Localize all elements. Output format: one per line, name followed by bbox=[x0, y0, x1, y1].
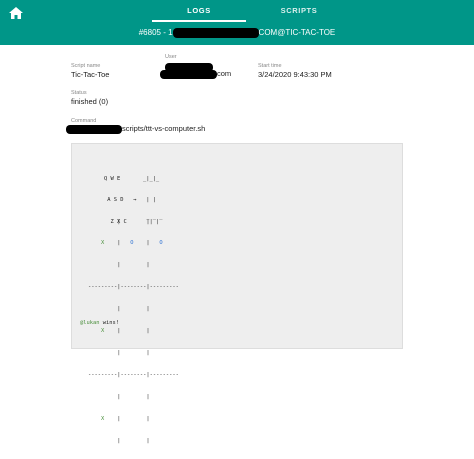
app-header: LOGS SCRIPTS #6805 - 1 COM@TIC-TAC-TOE bbox=[0, 0, 474, 45]
redacted-user-email bbox=[160, 69, 217, 79]
cell-2-1: X bbox=[100, 328, 105, 335]
terminal-output: Q W E _|_|_ A S D → | | Z X C ‾|‾|‾ | | … bbox=[71, 143, 403, 444]
status-value: finished (0) bbox=[71, 97, 109, 106]
command-value: scripts/ttt-vs-computer.sh bbox=[66, 124, 205, 134]
log-title: #6805 - 1 COM@TIC-TAC-TOE bbox=[0, 23, 474, 43]
redacted-user bbox=[172, 27, 259, 38]
board-row-2: X | | bbox=[100, 328, 150, 335]
winner-name: @lukan bbox=[80, 320, 100, 326]
cell-1-3: O bbox=[159, 240, 163, 247]
game-board: | | X | O | O | | ---------|--------|---… bbox=[88, 218, 179, 444]
script-name-value: Tic-Tac-Toe bbox=[71, 70, 110, 79]
user-email-suffix: com bbox=[217, 69, 232, 78]
active-tab-indicator bbox=[152, 20, 246, 22]
log-id: #6805 - 1 bbox=[138, 28, 173, 37]
script-name-label: Script name bbox=[71, 63, 101, 69]
board-row-3: X | | bbox=[100, 415, 150, 422]
winner-text: wins! bbox=[99, 320, 119, 326]
board-divider-2: ---------|--------|--------- bbox=[88, 371, 179, 378]
board-row-1: X | O | O bbox=[100, 240, 163, 247]
winner-line: @lukan wins! bbox=[80, 320, 119, 327]
home-icon[interactable] bbox=[8, 6, 24, 20]
board-divider-1: ---------|--------|--------- bbox=[88, 284, 179, 291]
start-time-value: 3/24/2020 9:43:30 PM bbox=[258, 70, 332, 79]
redacted-command-path bbox=[66, 124, 122, 134]
legend-row-1: Q W E _|_|_ bbox=[104, 175, 160, 182]
log-target: COM@TIC-TAC-TOE bbox=[258, 28, 336, 37]
user-email: com bbox=[160, 69, 231, 79]
tab-logs[interactable]: LOGS bbox=[152, 0, 246, 22]
start-time-label: Start time bbox=[258, 63, 282, 69]
arrow-icon: → bbox=[133, 197, 137, 204]
tab-scripts[interactable]: SCRIPTS bbox=[252, 0, 346, 22]
status-label: Status bbox=[71, 90, 87, 96]
user-label: User bbox=[165, 54, 177, 60]
cell-1-1: X bbox=[100, 240, 105, 247]
cell-1-2: O bbox=[130, 240, 134, 247]
cell-3-1: X bbox=[100, 415, 105, 422]
command-script-path: scripts/ttt-vs-computer.sh bbox=[122, 124, 206, 133]
